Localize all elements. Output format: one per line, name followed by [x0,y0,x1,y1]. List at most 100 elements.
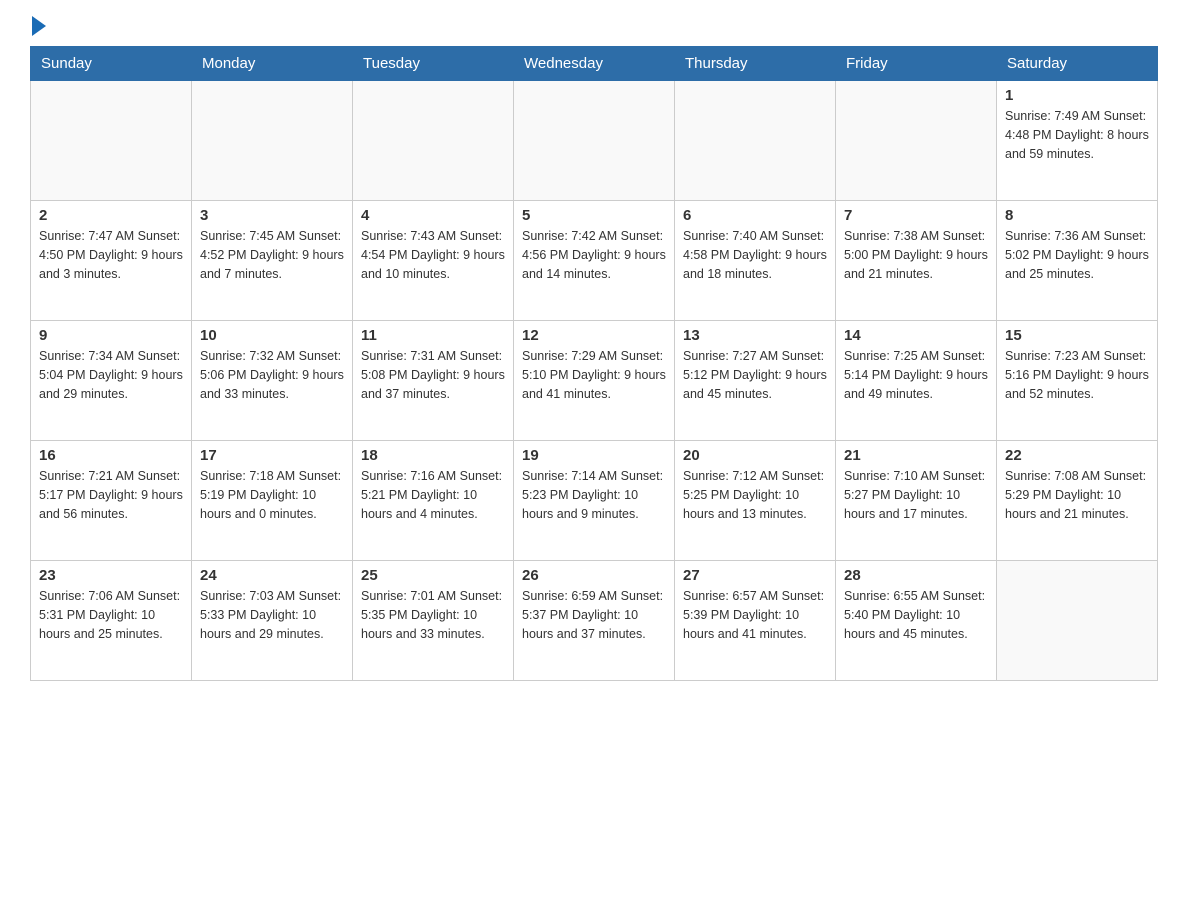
day-number: 10 [200,327,344,344]
calendar-day-cell: 27 Sunrise: 6:57 AM Sunset: 5:39 PM Dayli… [675,561,836,681]
day-number: 2 [39,207,183,224]
calendar-day-cell: 13Sunrise: 7:27 AM Sunset: 5:12 PM Dayli… [675,321,836,441]
calendar-day-cell: 28 Sunrise: 6:55 AM Sunset: 5:40 PM Dayli… [836,561,997,681]
calendar-week-row: 23 Sunrise: 7:06 AM Sunset: 5:31 PM Dayli… [31,561,1158,681]
day-info: Sunrise: 7:25 AM Sunset: 5:14 PM Dayligh… [844,347,988,403]
calendar-week-row: 9 Sunrise: 7:34 AM Sunset: 5:04 PM Daylig… [31,321,1158,441]
weekday-header: Saturday [997,47,1158,81]
day-info: Sunrise: 6:57 AM Sunset: 5:39 PM Dayligh… [683,587,827,643]
day-number: 9 [39,327,183,344]
day-info: Sunrise: 7:38 AM Sunset: 5:00 PM Dayligh… [844,227,988,283]
day-info: Sunrise: 7:01 AM Sunset: 5:35 PM Dayligh… [361,587,505,643]
calendar-day-cell: 18 Sunrise: 7:16 AM Sunset: 5:21 PM Dayli… [353,441,514,561]
day-number: 16 [39,447,183,464]
day-info: Sunrise: 7:18 AM Sunset: 5:19 PM Dayligh… [200,467,344,523]
calendar-day-cell: 22 Sunrise: 7:08 AM Sunset: 5:29 PM Dayli… [997,441,1158,561]
page-header [30,20,1158,36]
day-number: 22 [1005,447,1149,464]
calendar-week-row: 1Sunrise: 7:49 AM Sunset: 4:48 PM Daylig… [31,81,1158,201]
day-number: 5 [522,207,666,224]
day-number: 11 [361,327,505,344]
day-info: Sunrise: 7:40 AM Sunset: 4:58 PM Dayligh… [683,227,827,283]
calendar-day-cell: 4 Sunrise: 7:43 AM Sunset: 4:54 PM Daylig… [353,201,514,321]
calendar-week-row: 2 Sunrise: 7:47 AM Sunset: 4:50 PM Daylig… [31,201,1158,321]
day-info: Sunrise: 7:29 AM Sunset: 5:10 PM Dayligh… [522,347,666,403]
day-info: Sunrise: 7:06 AM Sunset: 5:31 PM Dayligh… [39,587,183,643]
weekday-header: Monday [192,47,353,81]
calendar-day-cell: 25Sunrise: 7:01 AM Sunset: 5:35 PM Dayli… [353,561,514,681]
calendar-day-cell: 15 Sunrise: 7:23 AM Sunset: 5:16 PM Dayli… [997,321,1158,441]
day-number: 15 [1005,327,1149,344]
day-info: Sunrise: 7:42 AM Sunset: 4:56 PM Dayligh… [522,227,666,283]
calendar-day-cell [353,81,514,201]
day-number: 1 [1005,87,1149,104]
day-number: 7 [844,207,988,224]
weekday-header: Thursday [675,47,836,81]
day-number: 8 [1005,207,1149,224]
day-number: 24 [200,567,344,584]
day-number: 27 [683,567,827,584]
calendar-day-cell: 20 Sunrise: 7:12 AM Sunset: 5:25 PM Dayli… [675,441,836,561]
day-info: Sunrise: 6:59 AM Sunset: 5:37 PM Dayligh… [522,587,666,643]
calendar-week-row: 16 Sunrise: 7:21 AM Sunset: 5:17 PM Dayli… [31,441,1158,561]
day-number: 18 [361,447,505,464]
day-number: 3 [200,207,344,224]
calendar-day-cell [514,81,675,201]
day-number: 4 [361,207,505,224]
weekday-header: Friday [836,47,997,81]
weekday-header: Wednesday [514,47,675,81]
day-number: 12 [522,327,666,344]
day-info: Sunrise: 7:12 AM Sunset: 5:25 PM Dayligh… [683,467,827,523]
day-info: Sunrise: 7:45 AM Sunset: 4:52 PM Dayligh… [200,227,344,283]
day-number: 28 [844,567,988,584]
calendar-day-cell: 10 Sunrise: 7:32 AM Sunset: 5:06 PM Dayli… [192,321,353,441]
day-number: 26 [522,567,666,584]
calendar-day-cell [675,81,836,201]
day-info: Sunrise: 6:55 AM Sunset: 5:40 PM Dayligh… [844,587,988,643]
day-info: Sunrise: 7:14 AM Sunset: 5:23 PM Dayligh… [522,467,666,523]
day-number: 17 [200,447,344,464]
calendar-day-cell: 1Sunrise: 7:49 AM Sunset: 4:48 PM Daylig… [997,81,1158,201]
calendar-day-cell [836,81,997,201]
calendar-header-row: SundayMondayTuesdayWednesdayThursdayFrid… [31,47,1158,81]
calendar-day-cell: 8Sunrise: 7:36 AM Sunset: 5:02 PM Daylig… [997,201,1158,321]
calendar-day-cell: 19 Sunrise: 7:14 AM Sunset: 5:23 PM Dayli… [514,441,675,561]
calendar-day-cell: 24 Sunrise: 7:03 AM Sunset: 5:33 PM Dayli… [192,561,353,681]
weekday-header: Tuesday [353,47,514,81]
day-info: Sunrise: 7:16 AM Sunset: 5:21 PM Dayligh… [361,467,505,523]
day-info: Sunrise: 7:31 AM Sunset: 5:08 PM Dayligh… [361,347,505,403]
calendar-day-cell: 9 Sunrise: 7:34 AM Sunset: 5:04 PM Daylig… [31,321,192,441]
day-info: Sunrise: 7:23 AM Sunset: 5:16 PM Dayligh… [1005,347,1149,403]
calendar-day-cell: 12 Sunrise: 7:29 AM Sunset: 5:10 PM Dayli… [514,321,675,441]
calendar-day-cell [192,81,353,201]
day-info: Sunrise: 7:08 AM Sunset: 5:29 PM Dayligh… [1005,467,1149,523]
calendar-day-cell [997,561,1158,681]
calendar-table: SundayMondayTuesdayWednesdayThursdayFrid… [30,46,1158,681]
calendar-day-cell: 21 Sunrise: 7:10 AM Sunset: 5:27 PM Dayli… [836,441,997,561]
calendar-day-cell: 16 Sunrise: 7:21 AM Sunset: 5:17 PM Dayli… [31,441,192,561]
day-info: Sunrise: 7:32 AM Sunset: 5:06 PM Dayligh… [200,347,344,403]
calendar-day-cell: 17 Sunrise: 7:18 AM Sunset: 5:19 PM Dayli… [192,441,353,561]
calendar-day-cell: 14 Sunrise: 7:25 AM Sunset: 5:14 PM Dayli… [836,321,997,441]
calendar-day-cell: 23 Sunrise: 7:06 AM Sunset: 5:31 PM Dayli… [31,561,192,681]
day-number: 21 [844,447,988,464]
day-info: Sunrise: 7:10 AM Sunset: 5:27 PM Dayligh… [844,467,988,523]
calendar-day-cell: 2 Sunrise: 7:47 AM Sunset: 4:50 PM Daylig… [31,201,192,321]
day-number: 23 [39,567,183,584]
day-info: Sunrise: 7:21 AM Sunset: 5:17 PM Dayligh… [39,467,183,523]
day-info: Sunrise: 7:03 AM Sunset: 5:33 PM Dayligh… [200,587,344,643]
calendar-day-cell [31,81,192,201]
calendar-day-cell: 3 Sunrise: 7:45 AM Sunset: 4:52 PM Daylig… [192,201,353,321]
day-info: Sunrise: 7:47 AM Sunset: 4:50 PM Dayligh… [39,227,183,283]
day-number: 14 [844,327,988,344]
day-info: Sunrise: 7:43 AM Sunset: 4:54 PM Dayligh… [361,227,505,283]
day-info: Sunrise: 7:34 AM Sunset: 5:04 PM Dayligh… [39,347,183,403]
weekday-header: Sunday [31,47,192,81]
day-number: 20 [683,447,827,464]
logo-arrow-icon [32,16,46,36]
day-number: 6 [683,207,827,224]
calendar-day-cell: 26 Sunrise: 6:59 AM Sunset: 5:37 PM Dayli… [514,561,675,681]
calendar-day-cell: 6 Sunrise: 7:40 AM Sunset: 4:58 PM Daylig… [675,201,836,321]
day-number: 19 [522,447,666,464]
calendar-day-cell: 11 Sunrise: 7:31 AM Sunset: 5:08 PM Dayli… [353,321,514,441]
